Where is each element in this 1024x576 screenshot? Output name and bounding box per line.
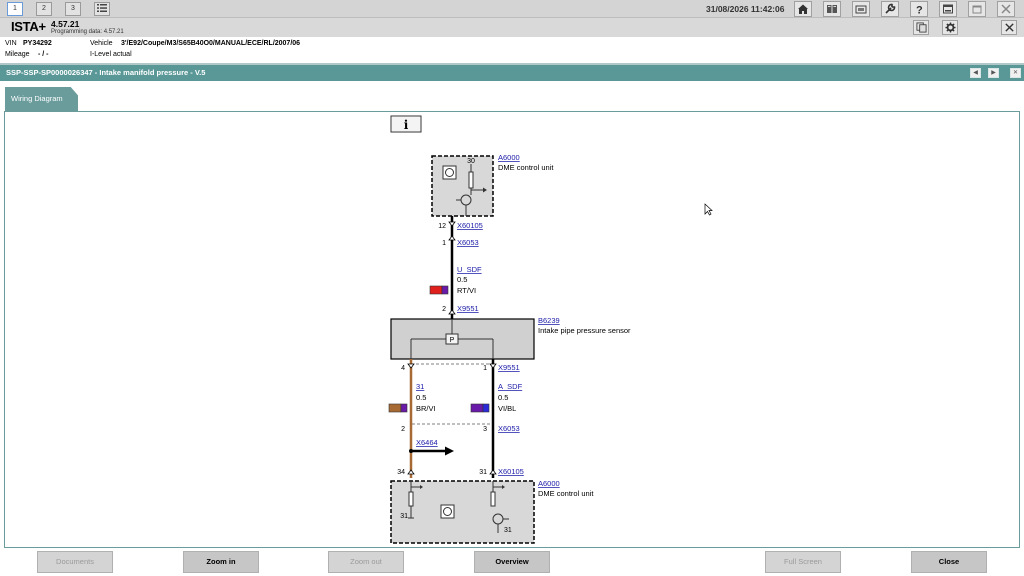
overview-button[interactable]: Overview: [474, 551, 550, 573]
vehicle-value: 3'/E92/Coupe/M3/S65B40O0/MANUAL/ECE/RL/2…: [121, 40, 301, 47]
close-button[interactable]: Close: [911, 551, 987, 573]
session-tab-1[interactable]: 1: [7, 2, 23, 16]
x60105-bottom-pin-right: 31: [479, 469, 487, 476]
dme-bottom-name: DME control unit: [538, 489, 594, 498]
x60105-bottom-pin-left: 34: [397, 469, 405, 476]
gear-icon[interactable]: [942, 20, 958, 35]
a-sdf-size: 0.5: [498, 393, 508, 402]
dme-bottom-pin-31b: 31: [504, 527, 512, 534]
app-logo: ISTA+: [11, 19, 46, 34]
bottom-button-bar: Documents Zoom in Zoom out Overview Full…: [0, 548, 1024, 576]
dme-control-unit-bottom: 31 31 A6000 DME control unit: [390, 479, 594, 544]
datetime-display: 31/08/2026 11:42:06: [706, 4, 785, 14]
document-title-bar: SSP-SSP-SP0000026347 - Intake manifold p…: [0, 63, 1024, 81]
close-document-icon[interactable]: ✕: [1010, 68, 1021, 78]
link-a-sdf[interactable]: A_SDF: [498, 382, 523, 391]
minimize-icon[interactable]: [939, 1, 957, 17]
u-sdf-size: 0.5: [457, 275, 467, 284]
home-icon[interactable]: [794, 1, 812, 17]
u-sdf-color: RT/VI: [457, 286, 476, 295]
zoom-in-button[interactable]: Zoom in: [183, 551, 259, 573]
documents-button[interactable]: Documents: [37, 551, 113, 573]
next-icon[interactable]: ▶: [988, 68, 999, 78]
app-version: 4.57.21: [51, 19, 80, 29]
link-a6000-bottom[interactable]: A6000: [538, 479, 560, 488]
copy-icon[interactable]: [913, 20, 929, 35]
a-sdf-color: VI/BL: [498, 404, 516, 413]
pressure-symbol: P: [450, 337, 455, 344]
zoom-out-button[interactable]: Zoom out: [328, 551, 404, 573]
ista-app-window: 1 2 3 31/08/2026 11:42:06 ? ISTA+ 4.57.2…: [0, 0, 1024, 576]
mileage-label: Mileage: [5, 51, 30, 58]
wire-color-swatch-rt-vi: [429, 285, 449, 295]
close-window-icon[interactable]: [997, 1, 1015, 17]
ilevel-label: I-Level actual: [90, 51, 132, 58]
session-tab-2[interactable]: 2: [36, 2, 52, 16]
mouse-cursor-icon: [704, 203, 713, 216]
conn-left-pin: 2: [401, 426, 405, 433]
book-icon[interactable]: [823, 1, 841, 17]
vehicle-data-icon[interactable]: [852, 1, 870, 17]
vehicle-info: VIN PY34292 Vehicle 3'/E92/Coupe/M3/S65B…: [0, 37, 1024, 63]
svg-text:?: ?: [916, 5, 923, 16]
dme-control-unit-top: 30 A6000 DME control unit: [431, 153, 554, 217]
link-x9551-top[interactable]: X9551: [457, 304, 479, 313]
vin-value: PY34292: [23, 40, 52, 47]
wire-31-size: 0.5: [416, 393, 426, 402]
mileage-value: - / -: [38, 51, 49, 58]
link-a6000-top[interactable]: A6000: [498, 153, 520, 162]
full-screen-button[interactable]: Full Screen: [765, 551, 841, 573]
vin-label: VIN: [5, 40, 17, 47]
link-x6053-top[interactable]: X6053: [457, 238, 479, 247]
link-x60105-top[interactable]: X60105: [457, 221, 483, 230]
link-x6053-bottom[interactable]: X6053: [498, 424, 520, 433]
tab-strip: [0, 81, 1024, 111]
link-x9551-bottom[interactable]: X9551: [498, 363, 520, 372]
session-tab-3[interactable]: 3: [65, 2, 81, 16]
wire-color-swatch-vi-bl: [470, 403, 490, 413]
arrow-right-icon: [445, 446, 454, 456]
link-x6464[interactable]: X6464: [416, 438, 438, 447]
intake-pipe-pressure-sensor: P B6239 Intake pipe pressure sensor: [390, 316, 631, 360]
vehicle-label: Vehicle: [90, 40, 113, 47]
link-x60105-bottom[interactable]: X60105: [498, 467, 524, 476]
tab-wiring-diagram[interactable]: Wiring Diagram: [5, 87, 78, 111]
x60105-top-pin: 12: [438, 223, 446, 230]
programming-data: Programming data: 4.57.21: [51, 29, 124, 35]
link-u-sdf[interactable]: U_SDF: [457, 265, 482, 274]
dme-bottom-pin-31a: 31: [400, 513, 408, 520]
document-title: SSP-SSP-SP0000026347 - Intake manifold p…: [6, 68, 206, 77]
wire-color-swatch-br-vi: [388, 403, 408, 413]
app-header: ISTA+ 4.57.21 Programming data: 4.57.21: [0, 18, 1024, 37]
sensor-name: Intake pipe pressure sensor: [538, 326, 631, 335]
help-icon[interactable]: ?: [910, 1, 928, 17]
x6053-bottom-pin: 3: [483, 426, 487, 433]
dme-top-pin-30: 30: [467, 158, 475, 165]
wrench-icon[interactable]: [881, 1, 899, 17]
wiring-diagram-panel: i 30 A6000 DME control unit 12 X60105 1 …: [4, 111, 1020, 548]
close-vehicle-icon[interactable]: [1001, 20, 1017, 35]
info-icon: i: [404, 118, 409, 132]
previous-icon[interactable]: ◀: [970, 68, 981, 78]
x6053-top-pin: 1: [442, 240, 446, 247]
link-wire-31[interactable]: 31: [416, 382, 424, 391]
info-button[interactable]: i: [390, 115, 422, 133]
wire-31-color: BR/VI: [416, 404, 436, 413]
dme-top-name: DME control unit: [498, 163, 554, 172]
restore-icon[interactable]: [968, 1, 986, 17]
top-toolbar: 1 2 3 31/08/2026 11:42:06 ?: [0, 0, 1024, 18]
x9551-top-pin: 2: [442, 306, 446, 313]
x9551-bottom-pin-left: 4: [401, 365, 405, 372]
wiring-diagram: i 30 A6000 DME control unit 12 X60105 1 …: [388, 115, 713, 544]
list-icon[interactable]: [94, 2, 110, 16]
x9551-bottom-pin-right: 1: [483, 365, 487, 372]
link-b6239[interactable]: B6239: [538, 316, 560, 325]
